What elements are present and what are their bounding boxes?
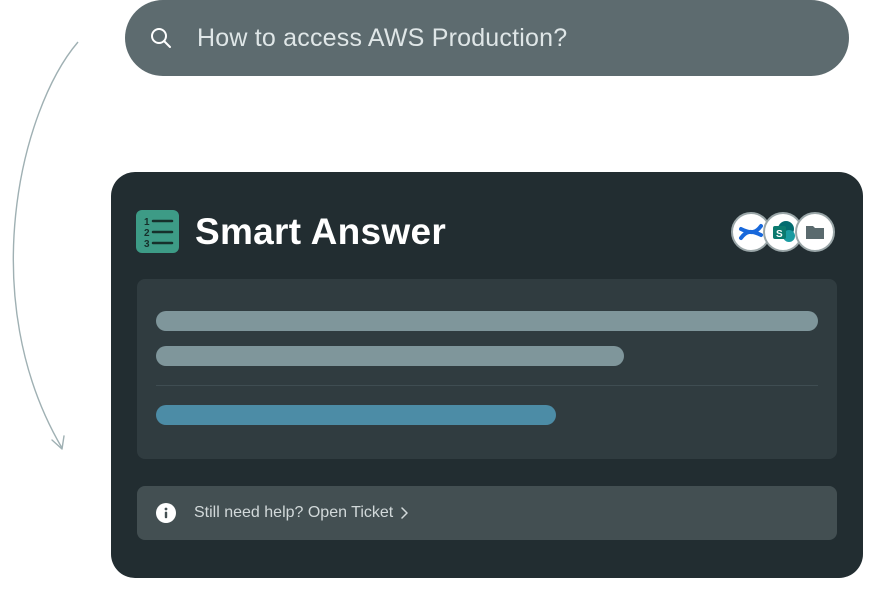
stage: How to access AWS Production? 1 2 3 Smar…: [0, 0, 871, 589]
card-title: Smart Answer: [195, 210, 447, 252]
search-bar[interactable]: How to access AWS Production?: [125, 0, 849, 76]
flow-arrow-icon: [12, 41, 79, 450]
answer-placeholder-line: [156, 346, 624, 366]
divider: [156, 385, 818, 386]
svg-text:2: 2: [144, 228, 150, 239]
info-icon: [156, 503, 176, 523]
answer-panel: [137, 279, 837, 459]
chevron-right-icon: [399, 506, 409, 520]
search-query[interactable]: How to access AWS Production?: [197, 24, 567, 53]
open-ticket-button[interactable]: Still need help? Open Ticket: [137, 486, 837, 540]
folder-icon[interactable]: [795, 212, 835, 252]
svg-text:3: 3: [144, 239, 150, 249]
svg-text:S: S: [776, 229, 783, 240]
numbered-list-icon: 1 2 3: [136, 210, 179, 253]
answer-link-placeholder[interactable]: [156, 405, 556, 425]
source-icons: S: [731, 212, 837, 252]
search-icon: [149, 26, 173, 50]
svg-text:1: 1: [144, 217, 150, 228]
answer-placeholder-line: [156, 311, 818, 331]
smart-answer-card: 1 2 3 Smart Answer S Still need help? Op…: [111, 172, 863, 578]
card-header: 1 2 3 Smart Answer: [136, 210, 446, 253]
help-text: Still need help? Open Ticket: [194, 504, 394, 521]
